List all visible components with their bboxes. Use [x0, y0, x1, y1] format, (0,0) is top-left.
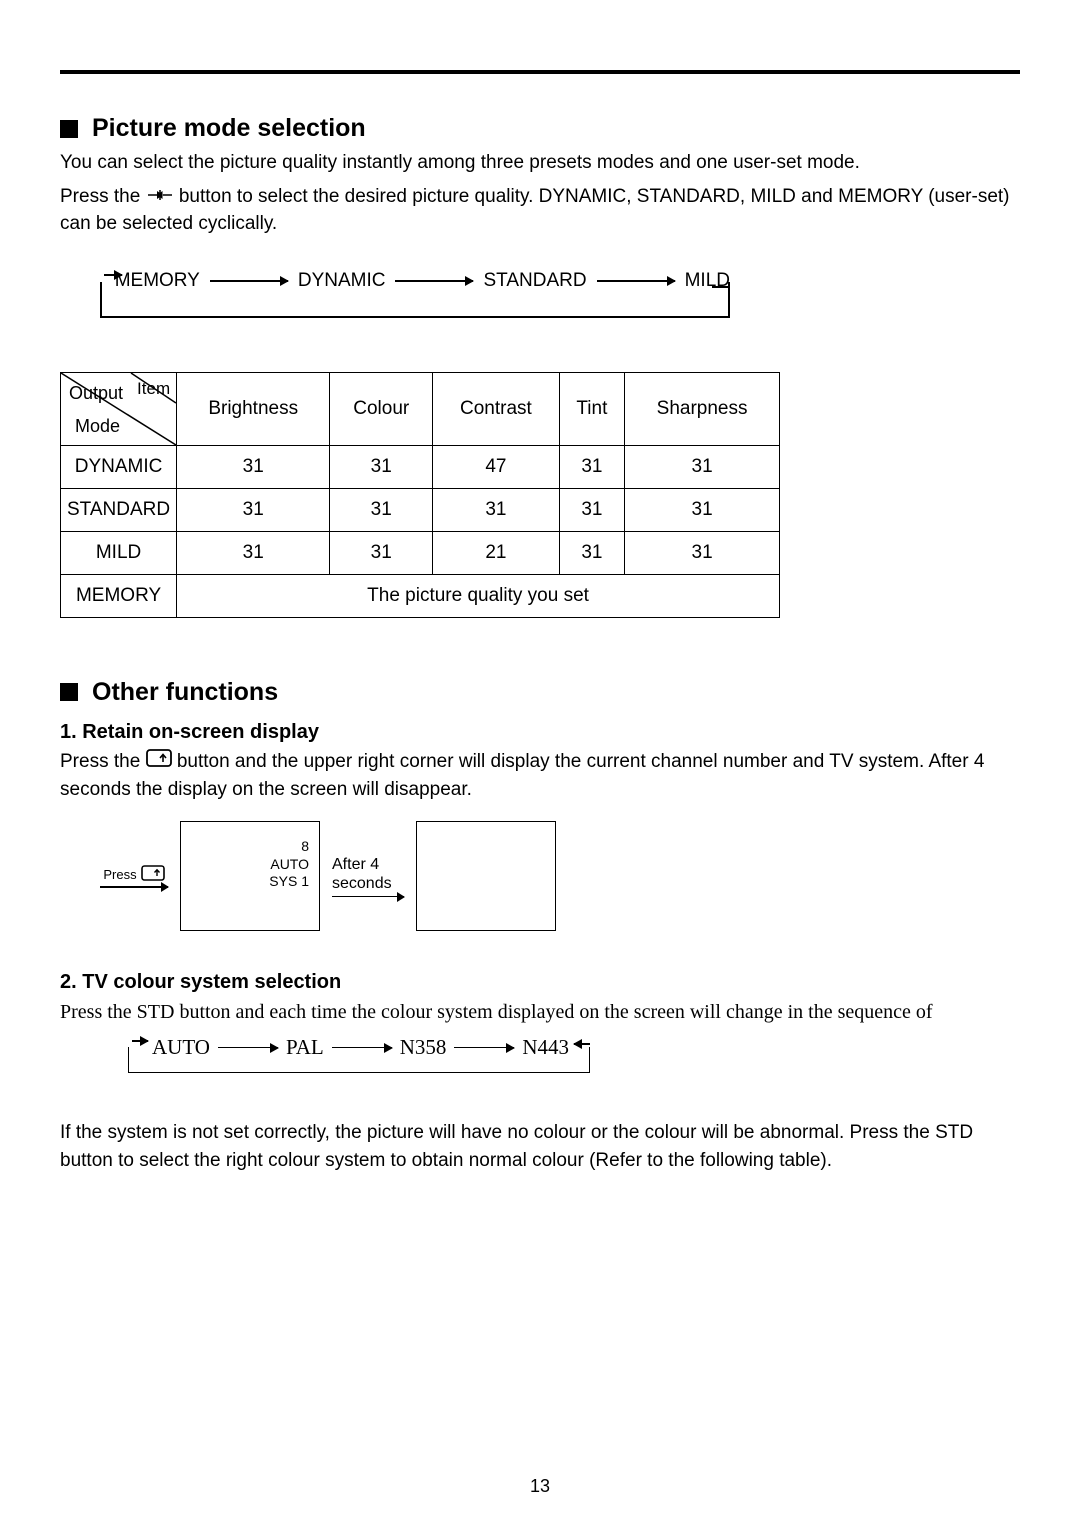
other-functions-heading: Other functions: [60, 678, 1020, 707]
value-cell: 31: [433, 488, 559, 531]
osd-line: 8: [269, 838, 309, 856]
mode-cell: DYNAMIC: [61, 445, 177, 488]
colour-system-cycle-diagram: AUTO PAL N358 N443: [120, 1033, 590, 1089]
col-header: Brightness: [177, 372, 330, 445]
picture-mode-button-icon: [146, 183, 174, 211]
other-functions-heading-text: Other functions: [92, 678, 278, 707]
value-cell: 31: [330, 531, 433, 574]
diag-output-label: Output: [69, 383, 123, 404]
value-cell: 31: [625, 445, 780, 488]
mode-cell: MEMORY: [61, 574, 177, 617]
retain-osd-text-a: Press the: [60, 751, 140, 772]
table-row: DYNAMIC 31 31 47 31 31: [61, 445, 780, 488]
col-header: Colour: [330, 372, 433, 445]
col-header: Contrast: [433, 372, 559, 445]
table-row: STANDARD 31 31 31 31 31: [61, 488, 780, 531]
osd-line: AUTO: [269, 856, 309, 874]
value-cell: 31: [177, 445, 330, 488]
diag-item-label: Item: [137, 379, 170, 399]
value-cell: 31: [330, 488, 433, 531]
osd-screen-empty: [416, 821, 556, 931]
retain-osd-text-b: button and the upper right corner will d…: [60, 751, 984, 800]
value-cell: 31: [559, 445, 625, 488]
picture-mode-heading-text: Picture mode selection: [92, 114, 366, 143]
value-cell: 31: [177, 531, 330, 574]
value-cell: 31: [559, 488, 625, 531]
table-row: MILD 31 31 21 31 31: [61, 531, 780, 574]
picture-mode-table: Output Item Mode Brightness Colour Contr…: [60, 372, 780, 618]
osd-after-l2: seconds: [332, 874, 392, 893]
top-rule: [60, 70, 1020, 74]
mode-cell: MILD: [61, 531, 177, 574]
arrow-right-icon: [332, 896, 404, 898]
value-cell: 31: [330, 445, 433, 488]
arrow-left-icon: [574, 1043, 590, 1045]
value-cell: 21: [433, 531, 559, 574]
pm-para2-a: Press the: [60, 186, 140, 207]
value-cell: 31: [625, 531, 780, 574]
osd-screen-with-text: 8 AUTO SYS 1: [180, 821, 320, 931]
page-number: 13: [0, 1476, 1080, 1497]
colour-system-title: 2. TV colour system selection: [60, 971, 1020, 994]
table-row: MEMORY The picture quality you set: [61, 574, 780, 617]
table-header-row: Output Item Mode Brightness Colour Contr…: [61, 372, 780, 445]
col-header: Sharpness: [625, 372, 780, 445]
value-cell: 31: [625, 488, 780, 531]
pm-para2: Press the button to select the desired p…: [60, 183, 1020, 238]
retain-osd-title: 1. Retain on-screen display: [60, 721, 1020, 744]
arrow-right-icon: [100, 886, 168, 888]
value-cell: 31: [177, 488, 330, 531]
osd-after-l1: After 4: [332, 855, 379, 874]
osd-diagram: Press 8 AUTO SYS 1 After 4 seconds: [100, 821, 1020, 931]
picture-mode-heading: Picture mode selection: [60, 114, 1020, 143]
osd-press-label: Press: [103, 867, 136, 882]
osd-line: SYS 1: [269, 873, 309, 891]
osd-after-block: After 4 seconds: [332, 855, 404, 897]
diag-mode-label: Mode: [75, 416, 120, 437]
colour-system-text: Press the STD button and each time the c…: [60, 998, 1020, 1027]
diag-header: Output Item Mode: [61, 372, 177, 445]
square-bullet-icon: [60, 120, 78, 138]
memory-text-cell: The picture quality you set: [177, 574, 780, 617]
square-bullet-icon: [60, 683, 78, 701]
osd-press-block: Press: [100, 865, 168, 888]
picture-mode-cycle-diagram: MEMORY DYNAMIC STANDARD MILD: [90, 262, 730, 332]
pm-para2-b: button to select the desired picture qua…: [60, 186, 1010, 235]
pm-para1: You can select the picture quality insta…: [60, 149, 1020, 177]
col-header: Tint: [559, 372, 625, 445]
call-button-icon: [146, 748, 172, 776]
mode-cell: STANDARD: [61, 488, 177, 531]
value-cell: 31: [559, 531, 625, 574]
colour-system-note: If the system is not set correctly, the …: [60, 1119, 1020, 1174]
retain-osd-text: Press the button and the upper right cor…: [60, 748, 1020, 803]
value-cell: 47: [433, 445, 559, 488]
